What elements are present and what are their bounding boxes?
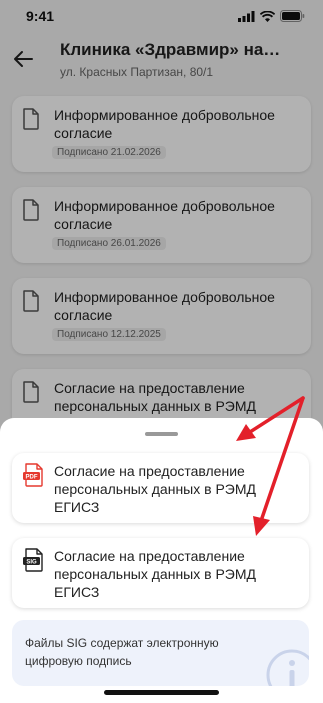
option-label: Согласие на предоставление персональных … xyxy=(54,463,257,515)
bottom-sheet: PDF Согласие на предоставление персональ… xyxy=(0,418,323,703)
pdf-file-icon: PDF xyxy=(23,463,43,487)
pdf-download-option[interactable]: PDF Согласие на предоставление персональ… xyxy=(12,453,309,523)
option-label: Согласие на предоставление персональных … xyxy=(54,548,257,600)
info-banner: Файлы SIG содержат электронную цифровую … xyxy=(12,620,309,686)
pdf-icon-text: PDF xyxy=(26,475,38,481)
info-text: Файлы SIG содержат электронную цифровую … xyxy=(25,636,219,668)
home-indicator xyxy=(104,690,219,695)
sheet-drag-handle[interactable] xyxy=(145,432,178,436)
info-icon xyxy=(266,649,309,686)
sig-icon-text: SIG xyxy=(26,560,37,566)
sig-file-icon: SIG xyxy=(23,548,43,572)
sig-download-option[interactable]: SIG Согласие на предоставление персональ… xyxy=(12,538,309,608)
